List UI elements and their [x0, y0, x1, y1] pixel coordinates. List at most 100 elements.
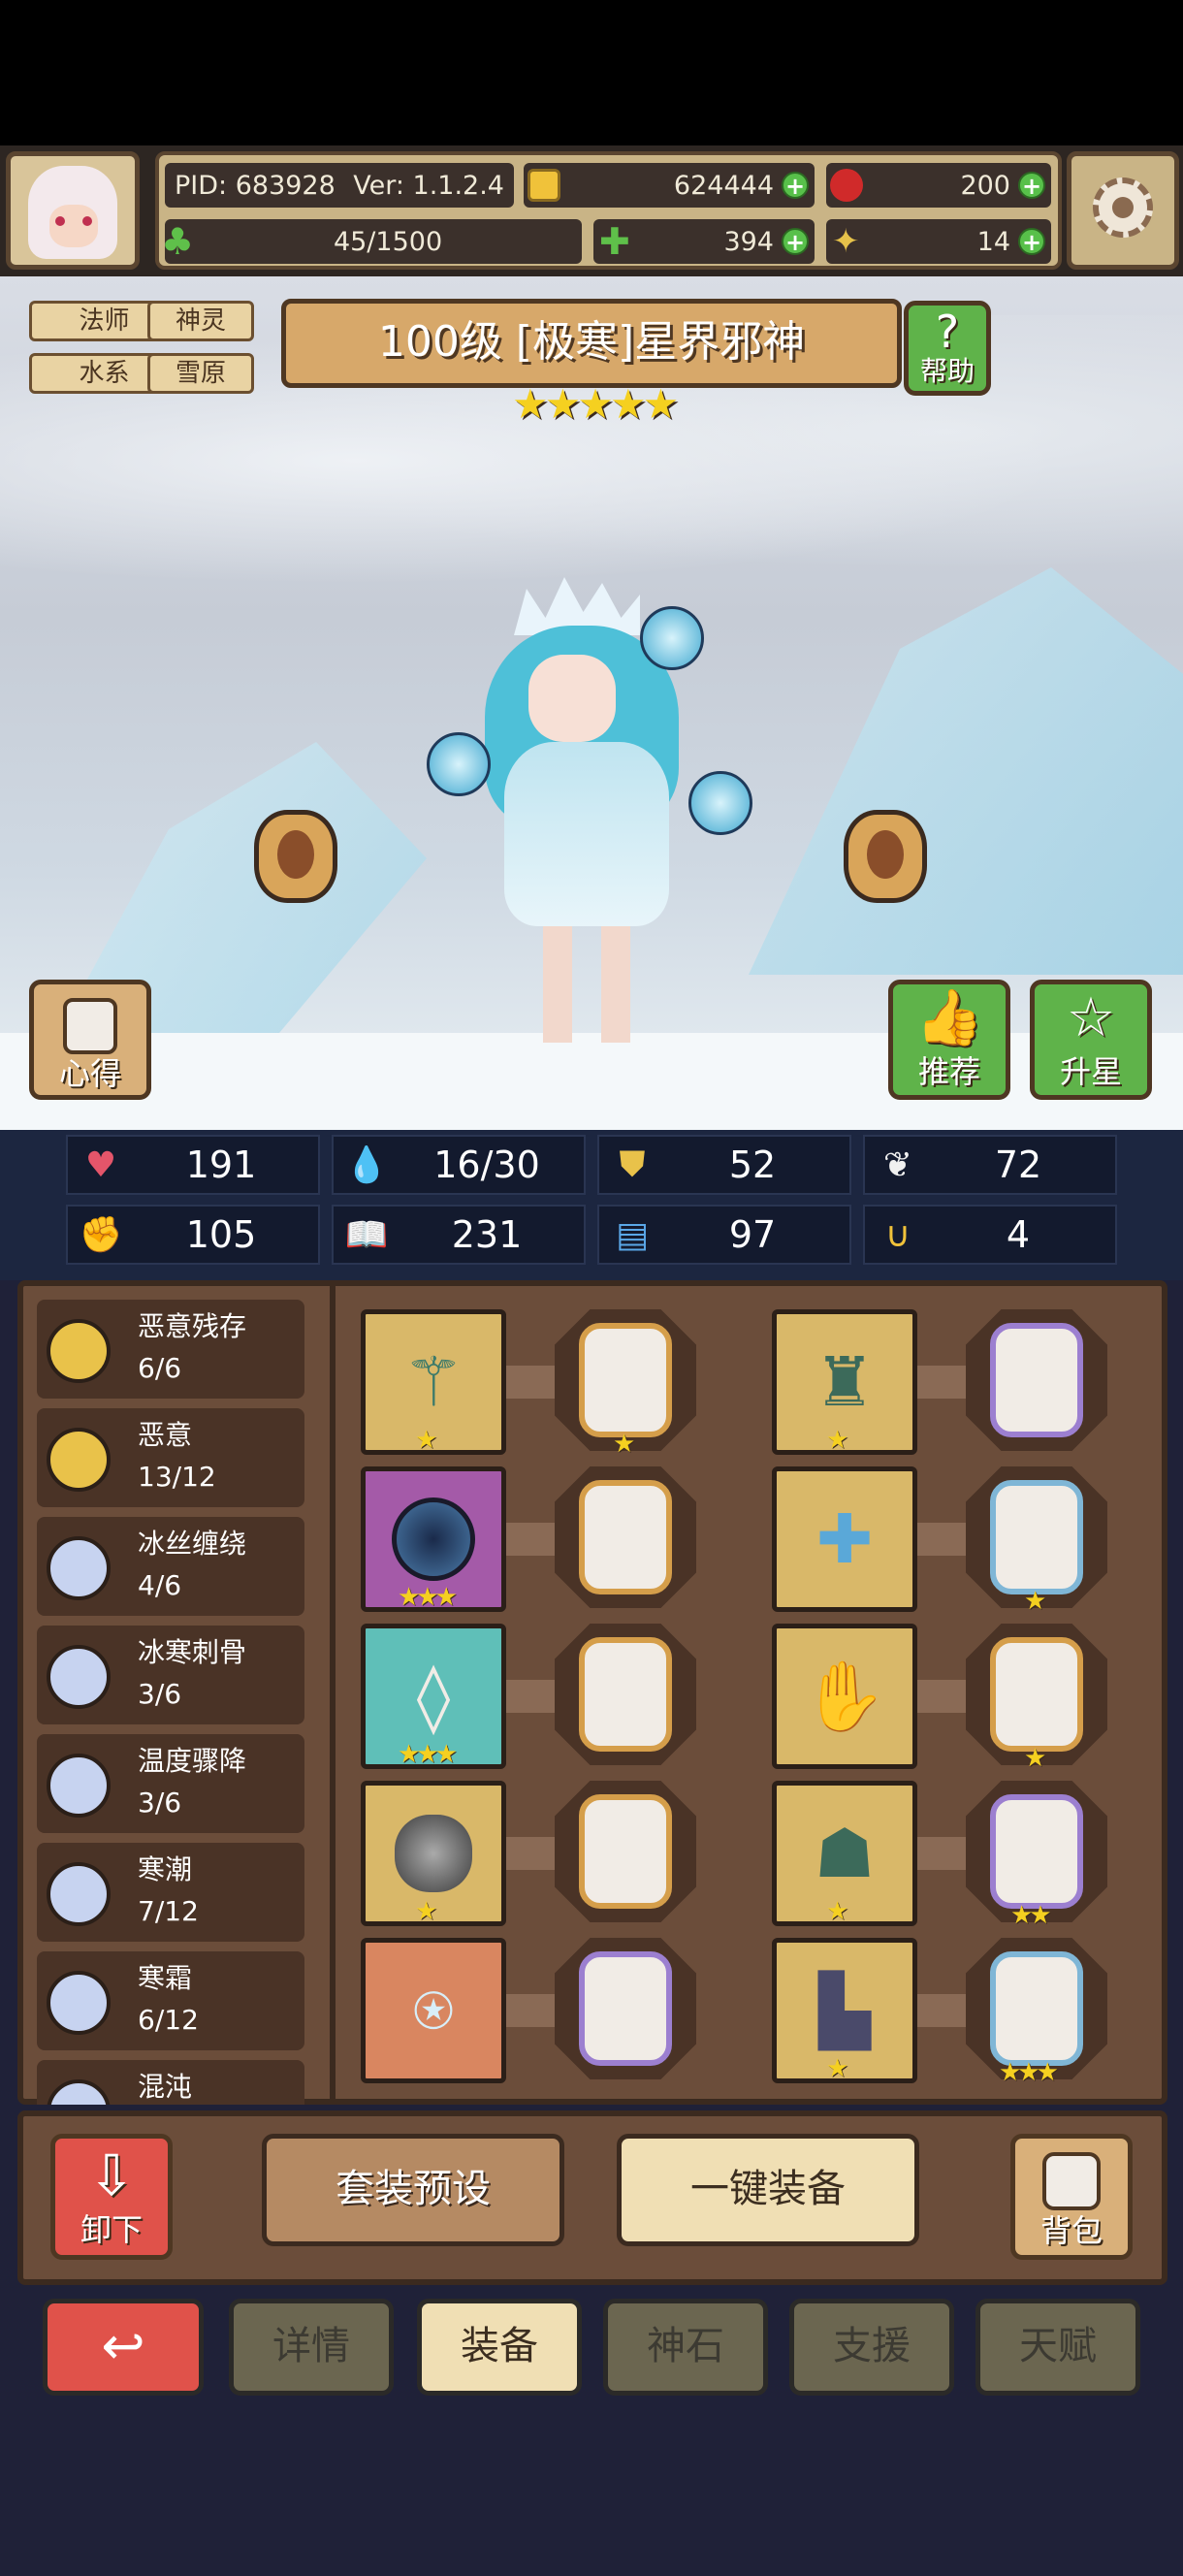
set-name: 寒潮: [138, 1853, 193, 1885]
ice-orb: [688, 771, 752, 835]
help-button[interactable]: ? 帮助: [904, 301, 991, 396]
rune-slot-offhand[interactable]: [579, 1480, 672, 1594]
player-avatar[interactable]: [6, 151, 140, 270]
ticket-value: 14: [976, 226, 1010, 257]
magic-value: 231: [451, 1213, 523, 1256]
rune-slot-helmet[interactable]: [990, 1323, 1083, 1437]
stat-armor: ⛊ 52: [597, 1135, 851, 1195]
hp-value: 191: [185, 1143, 257, 1186]
offhand-stars: ★★★: [398, 1583, 458, 1612]
fist-icon: ✊: [79, 1215, 123, 1255]
help-label: 帮助: [919, 355, 975, 387]
pid-version-bar: PID: 683928 Ver: 1.1.2.4: [165, 163, 514, 208]
skill-token-left[interactable]: [254, 810, 337, 903]
shield-icon: ⛊: [619, 1144, 646, 1184]
add-gem-icon[interactable]: +: [1018, 172, 1045, 199]
set-item[interactable]: 温度骤降 3/6: [37, 1734, 304, 1833]
gold-value: 624444: [673, 170, 774, 201]
tab-talent[interactable]: 天赋: [975, 2299, 1140, 2396]
add-gold-icon[interactable]: +: [782, 172, 809, 199]
ice-rune-icon: [47, 1645, 111, 1709]
mana-value: 16/30: [433, 1143, 540, 1186]
arrow-down-icon: ⇩: [87, 2142, 136, 2208]
stat-speed: ❦ 72: [863, 1135, 1117, 1195]
gloves-rune-stars: ★: [1024, 1744, 1046, 1773]
tab-godstone[interactable]: 神石: [603, 2299, 768, 2396]
wing-icon: ❦: [882, 1144, 913, 1185]
xinde-button[interactable]: 心得: [29, 980, 151, 1100]
rune-slot-belt[interactable]: [990, 1794, 1083, 1909]
add-clover-icon[interactable]: +: [782, 228, 809, 255]
back-button[interactable]: ↩: [43, 2299, 204, 2396]
ice-rune-icon: [47, 1971, 111, 2035]
set-item[interactable]: 冰丝缠绕 4/6: [37, 1517, 304, 1616]
set-item[interactable]: 冰寒刺骨 3/6: [37, 1626, 304, 1724]
gloves-slot[interactable]: ✋: [772, 1624, 917, 1769]
unequip-button[interactable]: ⇩ 卸下: [50, 2134, 173, 2260]
ice-ring-icon: ⍟: [413, 1970, 454, 2050]
set-count: 13/12: [138, 1461, 216, 1493]
set-item[interactable]: 恶意残存 6/6: [37, 1300, 304, 1399]
weapon-stars: ★: [415, 1426, 437, 1455]
preset-button[interactable]: 套装预设: [262, 2134, 564, 2246]
star-up-label: 升星: [1059, 1053, 1122, 1090]
water-drop-icon: 💧: [344, 1145, 389, 1185]
ice-orb: [640, 606, 704, 670]
set-item[interactable]: 恶意 13/12: [37, 1408, 304, 1507]
luck-value: 4: [1006, 1213, 1031, 1256]
question-icon: ?: [935, 306, 960, 358]
armor-rune-stars: ★: [1024, 1587, 1046, 1616]
star-up-button[interactable]: ☆ 升星: [1030, 980, 1152, 1100]
rune-slot-armor[interactable]: [990, 1480, 1083, 1594]
set-name: 混沌: [138, 2071, 193, 2103]
set-bonus-list[interactable]: 恶意残存 6/6 恶意 13/12 冰丝缠绕 4/6 冰寒刺骨 3/6 温度骤降 3/6 …: [37, 1300, 328, 2105]
tag-race: 神灵: [147, 301, 254, 341]
stat-luck: ∪ 4: [863, 1205, 1117, 1265]
hero-sprite[interactable]: [427, 567, 756, 1052]
rune-slot-necklace[interactable]: [579, 1637, 672, 1752]
armor-slot[interactable]: ✚: [772, 1466, 917, 1612]
set-item[interactable]: 混沌: [37, 2060, 304, 2105]
settings-button[interactable]: [1067, 151, 1179, 270]
set-item[interactable]: 寒霜 6/12: [37, 1951, 304, 2050]
skill-token-right[interactable]: [844, 810, 927, 903]
bag-button[interactable]: 背包: [1010, 2134, 1133, 2260]
tag-region: 雪原: [147, 353, 254, 394]
bag-label: 背包: [1039, 2212, 1103, 2249]
ice-rune-icon: [47, 1754, 111, 1818]
clover-token-icon: ✚: [599, 220, 630, 263]
hero-title: 100级 [极寒]星界邪神: [281, 299, 902, 388]
necklace-stars: ★★★: [398, 1740, 458, 1769]
accessory-slot[interactable]: ⍟: [361, 1938, 506, 2083]
tab-equipment[interactable]: 装备: [417, 2299, 582, 2396]
xinde-label: 心得: [58, 1055, 121, 1092]
status-bar-area: [0, 0, 1183, 145]
speed-value: 72: [994, 1143, 1042, 1186]
set-item[interactable]: 寒潮 7/12: [37, 1843, 304, 1942]
tab-support[interactable]: 支援: [789, 2299, 954, 2396]
star-icon: ☆: [1066, 986, 1116, 1049]
add-ticket-icon[interactable]: +: [1018, 228, 1045, 255]
rune-slot-boots[interactable]: [990, 1951, 1083, 2066]
auto-equip-button[interactable]: 一键装备: [617, 2134, 919, 2246]
tab-details[interactable]: 详情: [229, 2299, 394, 2396]
horseshoe-icon: ∪: [884, 1214, 911, 1255]
necklace-icon: ◊: [416, 1657, 451, 1736]
rune-slot-gloves[interactable]: [990, 1637, 1083, 1752]
ice-rune-icon: [47, 2079, 111, 2105]
boots-stars: ★: [826, 2054, 848, 2083]
rune-slot-weapon[interactable]: [579, 1323, 672, 1437]
panel-divider: [330, 1286, 336, 2101]
gem-counter: 200 +: [826, 163, 1051, 208]
recommend-button[interactable]: 👍 推荐: [888, 980, 1010, 1100]
boots-rune-stars: ★★★: [999, 2058, 1059, 2087]
ice-rune-icon: [47, 1536, 111, 1600]
rune-slot-accessory[interactable]: [579, 1951, 672, 2066]
rune-slot-ring[interactable]: [579, 1794, 672, 1909]
attack-value: 105: [185, 1213, 257, 1256]
stat-magic: 📖 231: [332, 1205, 586, 1265]
ice-glove-icon: ✋: [802, 1656, 887, 1736]
crit-scroll-icon: ▤: [615, 1214, 649, 1255]
belt-stars: ★: [826, 1897, 848, 1926]
set-name: 冰丝缠绕: [138, 1528, 247, 1560]
